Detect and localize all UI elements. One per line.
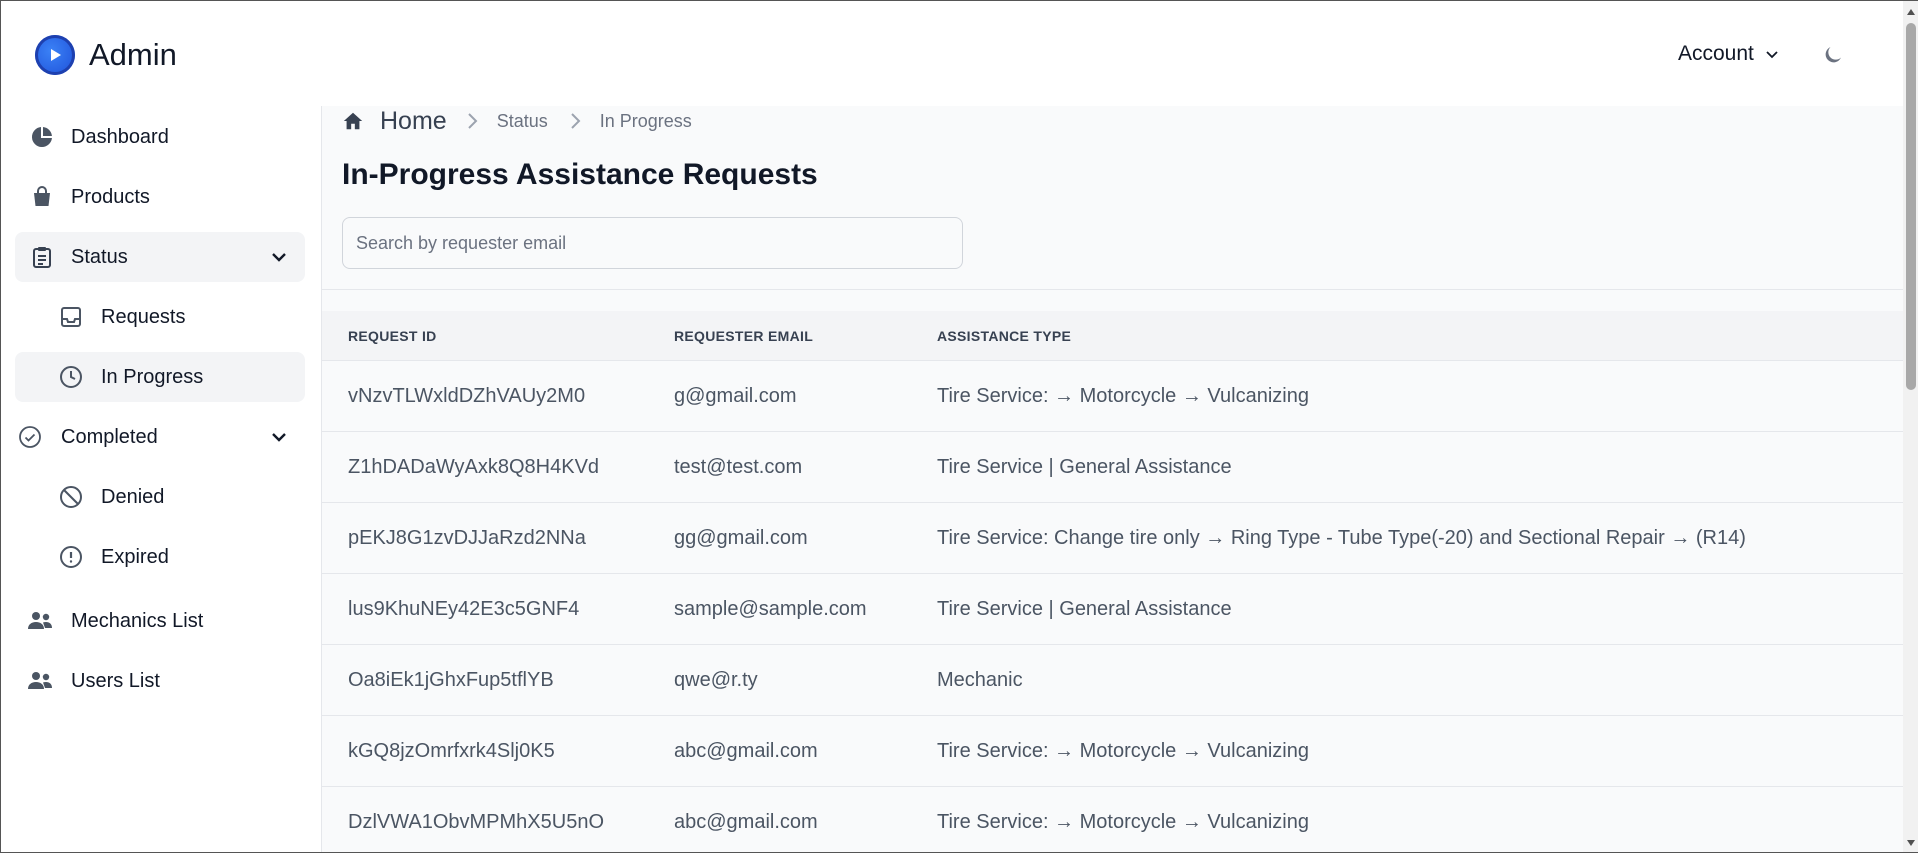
cell-requester-email: abc@gmail.com: [674, 740, 818, 762]
sidebar-item-label: Dashboard: [71, 125, 169, 148]
cell-request-id: vNzvTLWxldDZhVAUy2M0: [348, 385, 586, 407]
scroll-up-arrow-icon[interactable]: [1907, 9, 1915, 15]
sidebar-item-label: In Progress: [101, 365, 204, 388]
divider: [322, 289, 1904, 290]
cell-assistance-type: Tire Service: → Motorcycle → Vulcanizing: [937, 385, 1309, 407]
table-row[interactable]: kGQ8jzOmrfxrk4Slj0K5 abc@gmail.com Tire Se…: [322, 716, 1904, 787]
table-row[interactable]: pEKJ8G1zvDJJaRzd2NNa gg@gmail.com Tire Ser…: [322, 503, 1904, 574]
sidebar-item-label: Expired: [101, 545, 169, 568]
sidebar-item-users-list[interactable]: Users List: [15, 656, 305, 706]
home-icon[interactable]: [342, 110, 364, 132]
cell-request-id: pEKJ8G1zvDJJaRzd2NNa: [348, 527, 586, 549]
cell-assistance-type: Tire Service: Change tire only → Ring Ty…: [937, 527, 1746, 549]
column-header-request-id: REQUEST ID: [348, 327, 437, 344]
cell-assistance-type: Tire Service: → Motorcycle → Vulcanizing: [937, 740, 1309, 762]
ban-icon: [58, 484, 84, 510]
table-body: vNzvTLWxldDZhVAUy2M0 g@gmail.com Tire Serv…: [322, 361, 1904, 852]
chevron-right-icon: [467, 113, 478, 129]
play-logo-icon: [35, 35, 75, 75]
sidebar-item-mechanics-list[interactable]: Mechanics List: [15, 596, 305, 646]
app-window: Admin Account Dashboard Products Status …: [0, 0, 1918, 853]
cell-request-id: kGQ8jzOmrfxrk4Slj0K5: [348, 740, 555, 762]
table-header: REQUEST ID REQUESTER EMAIL ASSISTANCE TY…: [322, 311, 1904, 361]
cell-request-id: Z1hDADaWyAxk8Q8H4KVd: [348, 456, 600, 478]
pie-chart-icon: [29, 124, 55, 150]
sidebar-item-label: Mechanics List: [71, 609, 204, 632]
users-icon: [27, 668, 53, 694]
sidebar-item-expired[interactable]: Expired: [15, 532, 305, 582]
requests-table: REQUEST ID REQUESTER EMAIL ASSISTANCE TY…: [322, 311, 1904, 852]
table-row[interactable]: Z1hDADaWyAxk8Q8H4KVd test@test.com Tire Se…: [322, 432, 1904, 503]
check-circle-icon: [17, 424, 43, 450]
sidebar-item-requests[interactable]: Requests: [15, 292, 305, 342]
sidebar: Dashboard Products Status Requests In Pr…: [1, 106, 321, 852]
cell-requester-email: gg@gmail.com: [674, 527, 808, 549]
sidebar-item-label: Products: [71, 185, 150, 208]
sidebar-item-label: Users List: [71, 669, 160, 692]
users-icon: [27, 608, 53, 634]
chevron-down-icon: [272, 253, 286, 262]
account-menu[interactable]: Account: [1678, 42, 1780, 66]
top-bar: Admin Account: [1, 1, 1903, 106]
chevron-down-icon: [1766, 51, 1778, 59]
column-header-requester-email: REQUESTER EMAIL: [674, 327, 814, 344]
vertical-scrollbar[interactable]: [1903, 1, 1918, 852]
sidebar-item-label: Status: [71, 245, 128, 268]
breadcrumb-home[interactable]: Home: [380, 107, 447, 136]
table-row[interactable]: lus9KhuNEy42E3c5GNF4 sample@sample.com Tir…: [322, 574, 1904, 645]
brand[interactable]: Admin: [35, 35, 177, 75]
clock-icon: [58, 364, 84, 390]
sidebar-item-products[interactable]: Products: [15, 172, 305, 222]
account-label: Account: [1678, 42, 1754, 65]
scroll-down-arrow-icon[interactable]: [1907, 840, 1915, 846]
main-content: Home Status In Progress In-Progress Assi…: [321, 106, 1904, 852]
table-row[interactable]: vNzvTLWxldDZhVAUy2M0 g@gmail.com Tire Serv…: [322, 361, 1904, 432]
cell-assistance-type: Tire Service: → Motorcycle → Vulcanizing: [937, 811, 1309, 833]
sidebar-item-status[interactable]: Status: [15, 232, 305, 282]
search-input[interactable]: [342, 217, 963, 269]
cell-requester-email: abc@gmail.com: [674, 811, 818, 833]
table-row[interactable]: Oa8iEk1jGhxFup5tflYB qwe@r.ty Mechanic: [322, 645, 1904, 716]
cell-request-id: DzlVWA1ObvMPMhX5U5nO: [348, 811, 604, 833]
breadcrumb: Home Status In Progress: [342, 106, 708, 136]
table-row[interactable]: DzlVWA1ObvMPMhX5U5nO abc@gmail.com Tire Se…: [322, 787, 1904, 852]
cell-assistance-type: Mechanic: [937, 669, 1023, 691]
cell-request-id: lus9KhuNEy42E3c5GNF4: [348, 598, 580, 620]
page-title: In-Progress Assistance Requests: [342, 158, 818, 191]
sidebar-item-dashboard[interactable]: Dashboard: [15, 112, 305, 162]
scroll-thumb[interactable]: [1906, 23, 1916, 390]
sidebar-item-completed[interactable]: Completed: [15, 412, 305, 462]
cell-requester-email: sample@sample.com: [674, 598, 867, 620]
moon-icon[interactable]: [1821, 43, 1845, 67]
chevron-right-icon: [571, 113, 581, 129]
cell-requester-email: qwe@r.ty: [674, 669, 758, 691]
breadcrumb-in-progress: In Progress: [599, 110, 692, 131]
sidebar-item-denied[interactable]: Denied: [15, 472, 305, 522]
cell-request-id: Oa8iEk1jGhxFup5tflYB: [348, 669, 554, 691]
sidebar-item-in-progress[interactable]: In Progress: [15, 352, 305, 402]
exclamation-circle-icon: [58, 544, 84, 570]
chevron-down-icon: [272, 433, 286, 442]
sidebar-item-label: Denied: [101, 485, 165, 508]
inbox-icon: [58, 304, 84, 330]
cell-assistance-type: Tire Service | General Assistance: [937, 456, 1232, 478]
breadcrumb-status[interactable]: Status: [497, 111, 548, 132]
shopping-bag-icon: [29, 184, 55, 210]
brand-name: Admin: [89, 37, 177, 72]
cell-requester-email: g@gmail.com: [674, 385, 797, 407]
cell-requester-email: test@test.com: [674, 456, 803, 478]
clipboard-icon: [29, 244, 55, 270]
column-header-assistance-type: ASSISTANCE TYPE: [937, 327, 1072, 344]
sidebar-item-label: Completed: [61, 425, 158, 448]
sidebar-item-label: Requests: [101, 305, 186, 328]
cell-assistance-type: Tire Service | General Assistance: [937, 598, 1232, 620]
